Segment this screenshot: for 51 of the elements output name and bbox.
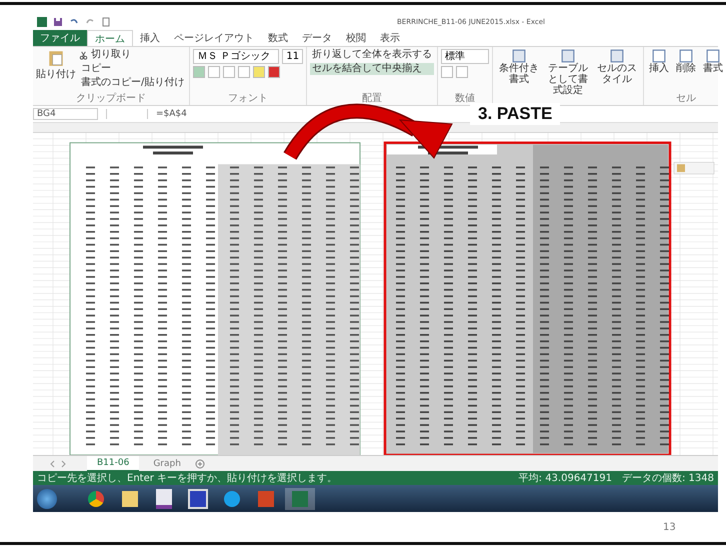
cell-icon [652, 49, 666, 63]
cell-icon [679, 49, 694, 63]
paste-step-label: 3. PASTE [470, 103, 560, 125]
number-format-dropdown[interactable]: 標準 [441, 49, 490, 64]
cells-button[interactable]: 挿入 [647, 49, 672, 93]
table-style-icon [561, 49, 576, 63]
excel-icon [37, 17, 47, 27]
add-sheet-icon[interactable] [194, 458, 205, 468]
average-readout: 平均: 43.09647191 [518, 472, 612, 485]
wrap-text-button[interactable]: 折り返して全体を表示する [310, 49, 434, 61]
group-label: クリップボード [75, 93, 148, 105]
copy-button[interactable]: コピー [79, 63, 186, 75]
sheet-tab[interactable]: B11-06 [87, 456, 140, 472]
page-number: 13 [663, 522, 676, 533]
font-name-dropdown[interactable]: ＭＳ Ｐゴシック [193, 49, 280, 64]
ribbon-tab[interactable]: データ [295, 30, 339, 46]
table-style-icon [610, 49, 624, 63]
formula-field[interactable]: =$A$4 [156, 109, 187, 119]
group-label: フォント [227, 93, 270, 105]
styles-button[interactable]: 条件付き書式 [496, 49, 542, 105]
styles-button[interactable]: セルのスタイル [594, 49, 640, 105]
status-message: コピー先を選択し、Enter キーを押すか、貼り付けを選択します。 [37, 472, 338, 485]
ribbon-tab[interactable]: ホーム [87, 30, 133, 46]
merge-center-button[interactable]: セルを結合して中央揃え [310, 63, 434, 75]
save-icon[interactable] [53, 17, 63, 27]
group-label: セル [675, 93, 698, 105]
sheet-tab[interactable]: Graph [143, 456, 191, 470]
start-button[interactable] [37, 488, 57, 508]
cut-button[interactable]: 切り取り [91, 49, 131, 61]
ribbon-tab[interactable]: ファイル [33, 30, 87, 46]
name-box[interactable]: BG4 [33, 108, 98, 120]
clipboard-icon [48, 49, 64, 67]
table-style-icon [512, 49, 526, 63]
sheet-nav-icon[interactable] [48, 460, 68, 468]
ribbon-tab[interactable]: 表示 [373, 30, 407, 46]
paste-options-icon[interactable] [674, 162, 714, 174]
paste-button[interactable]: 貼り付け [36, 49, 76, 93]
cells-button[interactable]: 削除 [674, 49, 698, 93]
spreadsheet-app-icon[interactable] [285, 488, 315, 510]
scissors-icon [79, 50, 88, 60]
styles-button[interactable]: テーブルとして書式設定 [545, 49, 592, 105]
group-label: 数値 [454, 93, 476, 105]
ribbon-tab[interactable]: 校閲 [339, 30, 373, 46]
count-readout: データの個数: 1348 [622, 472, 714, 485]
ribbon-tab[interactable]: 挿入 [133, 30, 167, 46]
group-label: 配置 [361, 93, 384, 105]
ribbon-tab[interactable]: ページレイアウト [167, 30, 261, 46]
ribbon-tab[interactable]: 数式 [261, 30, 295, 46]
font-size-dropdown[interactable]: 11 [282, 49, 304, 64]
format-painter-button[interactable]: 書式のコピー/貼り付け [79, 77, 186, 89]
cells-button[interactable]: 書式 [701, 49, 726, 93]
